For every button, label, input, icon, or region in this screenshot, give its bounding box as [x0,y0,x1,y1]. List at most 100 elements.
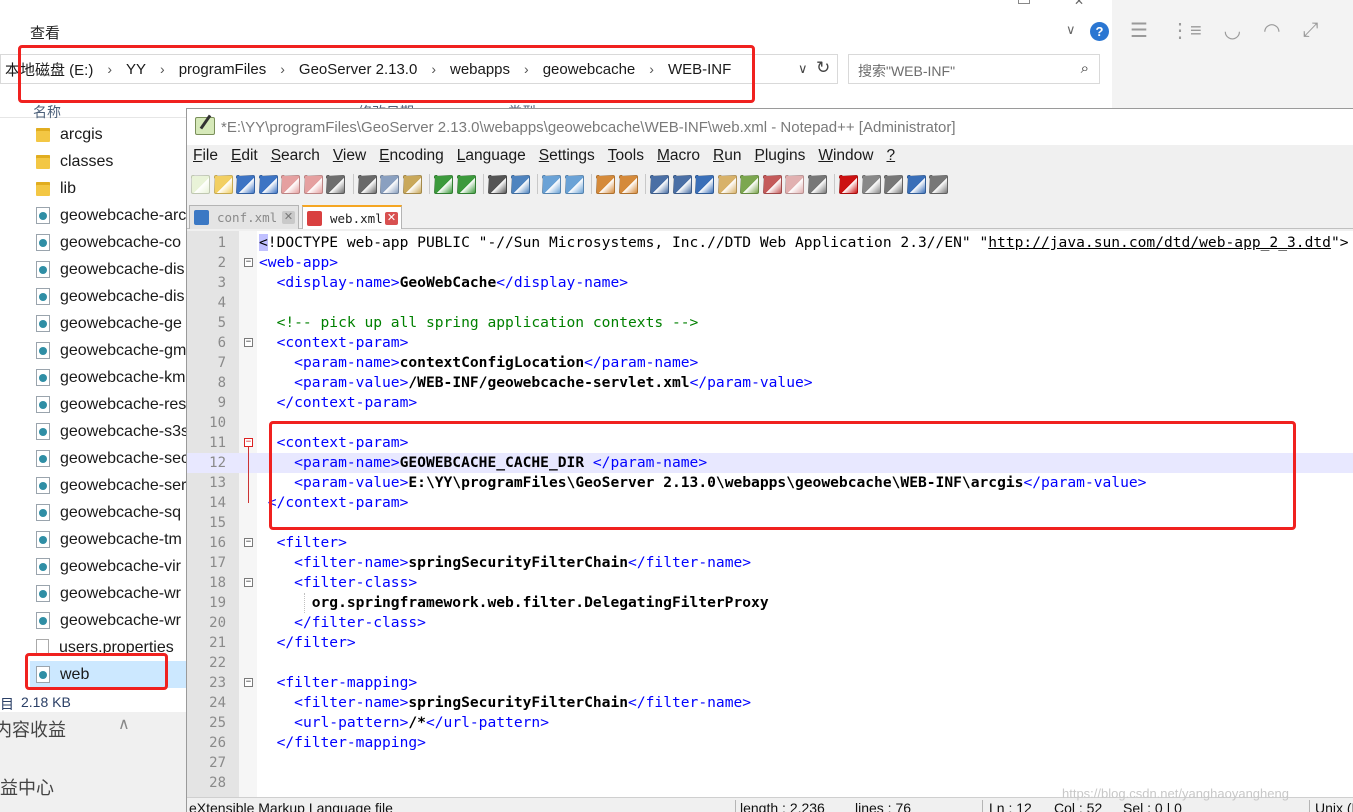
code-line[interactable]: 24 <filter-name>springSecurityFilterChai… [187,693,1353,713]
open-file-icon[interactable] [213,174,233,194]
menu-search[interactable]: Search [271,147,320,171]
stop-macro-icon[interactable] [861,174,881,194]
file-list-item[interactable]: geowebcache-vir [30,553,190,580]
column-name-header[interactable]: 名称 [33,102,61,122]
function-list-icon[interactable] [762,174,782,194]
fold-toggle-icon[interactable]: − [244,578,253,587]
menu-macro[interactable]: Macro [657,147,700,171]
find-icon[interactable] [488,174,507,194]
close-file-icon[interactable] [281,174,300,194]
save-all-icon[interactable] [258,174,278,194]
replace-icon[interactable] [510,174,530,194]
code-line[interactable]: 22 [187,653,1353,673]
user-lang-icon[interactable] [717,174,737,194]
file-list-item[interactable]: geowebcache-arc [30,202,190,229]
code-line[interactable]: 6 − <context-param> [187,333,1353,353]
sync-v-icon[interactable] [596,174,615,194]
tab-conf-xml[interactable]: conf.xml ✕ [189,205,299,229]
fold-toggle-icon[interactable]: − [244,338,253,347]
file-list-item[interactable]: geowebcache-res [30,391,190,418]
nav-item-content[interactable]: 内容收益 [0,716,66,742]
code-line[interactable]: 5 <!-- pick up all spring application co… [187,313,1353,333]
chevron-down-icon[interactable]: ∨ [1066,22,1076,38]
menu-encoding[interactable]: Encoding [379,147,444,171]
code-line[interactable]: 16 − <filter> [187,533,1353,553]
code-line[interactable]: 3 <display-name>GeoWebCache</display-nam… [187,273,1353,293]
file-list-item[interactable]: geowebcache-gm [30,337,190,364]
menu-window[interactable]: Window [818,147,873,171]
code-line[interactable]: 20 </filter-class> [187,613,1353,633]
monitor-icon[interactable] [807,174,827,194]
code-line[interactable]: 4 [187,293,1353,313]
menu-plugins[interactable]: Plugins [755,147,806,171]
address-dropdown-icon[interactable]: ∨ [798,61,808,77]
save-macro-icon[interactable] [929,174,948,194]
word-wrap-icon[interactable] [650,174,669,194]
file-list-item[interactable]: geowebcache-dis [30,283,190,310]
file-list-item[interactable]: geowebcache-wr [30,607,190,634]
zoom-out-icon[interactable] [564,174,584,194]
file-list-item[interactable]: geowebcache-co [30,229,190,256]
search-input[interactable]: 搜索"WEB-INF" ⌕ [848,54,1100,84]
redo-icon[interactable] [456,174,476,194]
fold-toggle-icon[interactable]: − [244,538,253,547]
code-line[interactable]: 9 </context-param> [187,393,1353,413]
file-list-item[interactable]: geowebcache-sec [30,445,190,472]
code-line[interactable]: 1 <!DOCTYPE web-app PUBLIC "-//Sun Micros… [187,233,1353,253]
code-line[interactable]: 18 − <filter-class> [187,573,1353,593]
undo-icon[interactable] [434,174,453,194]
code-line[interactable]: 8 <param-value>/WEB-INF/geowebcache-serv… [187,373,1353,393]
file-list-item[interactable]: geowebcache-sq [30,499,190,526]
indent-guide-icon[interactable] [695,174,714,194]
code-line[interactable]: 7 <param-name>contextConfigLocation</par… [187,353,1353,373]
code-line[interactable]: 19 org.springframework.web.filter.Delega… [187,593,1353,613]
file-list-item[interactable]: arcgis [30,121,190,148]
run-macro-icon[interactable] [906,174,926,194]
code-line[interactable]: 25 <url-pattern>/*</url-pattern> [187,713,1353,733]
search-icon[interactable]: ⌕ [1081,60,1089,77]
fold-toggle-icon[interactable]: − [244,438,253,447]
doc-map-icon[interactable] [740,174,759,194]
code-line[interactable]: 2 − <web-app> [187,253,1353,273]
menu-language[interactable]: Language [457,147,526,171]
help-icon[interactable]: ? [1090,22,1109,41]
code-line[interactable]: 17 <filter-name>springSecurityFilterChai… [187,553,1353,573]
close-icon[interactable]: ✕ [385,211,398,225]
file-list-item[interactable]: geowebcache-ge [30,310,190,337]
close-icon[interactable]: ✕ [1074,0,1084,8]
play-macro-icon[interactable] [884,174,903,194]
code-line[interactable]: 23 − <filter-mapping> [187,673,1353,693]
paste-icon[interactable] [402,174,422,194]
show-all-chars-icon[interactable] [672,174,692,194]
file-list-item[interactable]: geowebcache-dis [30,256,190,283]
url-link[interactable]: http://java.sun.com/dtd/web-app_2_3.dtd [988,234,1331,251]
menu-edit[interactable]: Edit [231,147,258,171]
fold-toggle-icon[interactable]: − [244,258,253,267]
code-line[interactable]: 27 [187,753,1353,773]
code-line[interactable]: 21 </filter> [187,633,1353,653]
menu-help[interactable]: ? [886,147,895,171]
minimize-icon[interactable] [1018,0,1030,4]
copy-icon[interactable] [380,174,399,194]
file-list-item[interactable]: lib [30,175,190,202]
folder-workspace-icon[interactable] [785,174,804,194]
tab-web-xml[interactable]: web.xml ✕ [302,205,402,229]
print-icon[interactable] [326,174,345,194]
menu-settings[interactable]: Settings [539,147,595,171]
file-list-item[interactable]: geowebcache-s3s [30,418,190,445]
file-list-item[interactable]: geowebcache-ser [30,472,190,499]
menu-tools[interactable]: Tools [608,147,644,171]
menu-run[interactable]: Run [713,147,741,171]
record-macro-icon[interactable] [839,174,858,194]
save-icon[interactable] [236,174,255,194]
code-line[interactable]: 26 </filter-mapping> [187,733,1353,753]
sync-h-icon[interactable] [618,174,638,194]
close-icon[interactable]: ✕ [282,211,295,224]
file-list-item[interactable]: geowebcache-tm [30,526,190,553]
menu-file[interactable]: File [193,147,218,171]
new-file-icon[interactable] [191,174,210,194]
fold-toggle-icon[interactable]: − [244,678,253,687]
file-list-item[interactable]: classes [30,148,190,175]
menu-view[interactable]: View [333,147,366,171]
file-list-item[interactable]: geowebcache-wr [30,580,190,607]
